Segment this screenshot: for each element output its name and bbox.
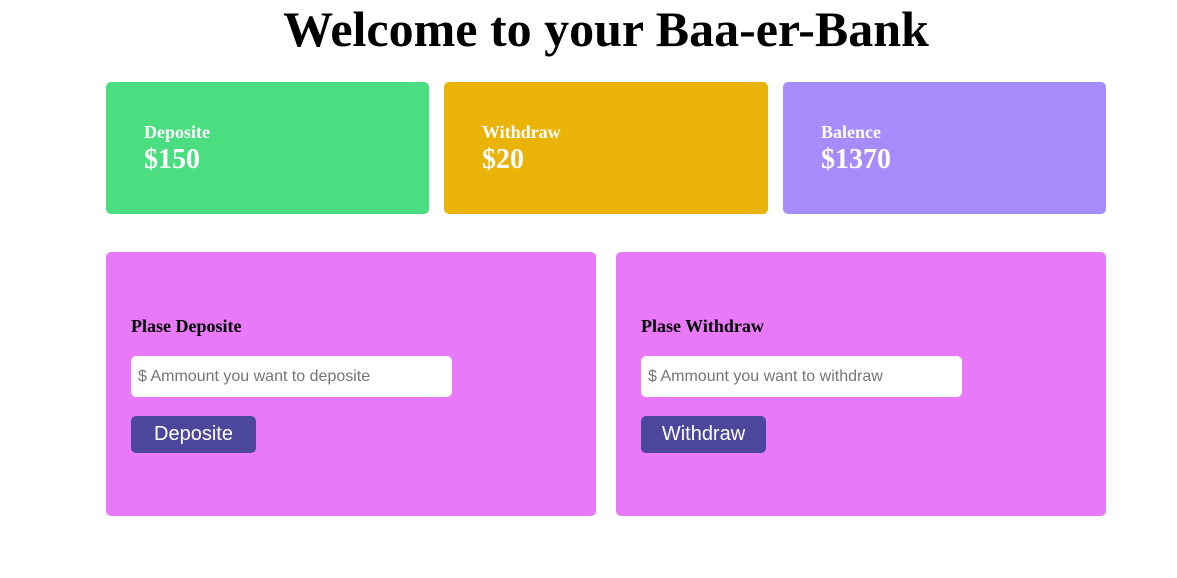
deposit-summary-value: $150 [144, 144, 200, 175]
page-title: Welcome to your Baa-er-Bank [283, 1, 929, 57]
withdraw-summary-label: Withdraw [482, 122, 561, 142]
withdraw-form-card: Plase Withdraw Withdraw [616, 252, 1106, 516]
withdraw-amount-input[interactable] [641, 356, 962, 397]
deposit-form-card: Plase Deposite Deposite [106, 252, 596, 516]
balance-summary-value: $1370 [821, 144, 891, 175]
withdraw-summary-value: $20 [482, 144, 524, 175]
balance-summary-label: Balence [821, 122, 881, 142]
deposit-form-heading: Plase Deposite [131, 316, 242, 336]
withdraw-button[interactable]: Withdraw [641, 416, 766, 453]
balance-summary-card: Balence $1370 [783, 82, 1106, 214]
deposit-summary-card: Deposite $150 [106, 82, 429, 214]
deposit-button[interactable]: Deposite [131, 416, 256, 453]
deposit-summary-label: Deposite [144, 122, 210, 142]
withdraw-summary-card: Withdraw $20 [444, 82, 768, 214]
deposit-amount-input[interactable] [131, 356, 452, 397]
withdraw-form-heading: Plase Withdraw [641, 316, 764, 336]
